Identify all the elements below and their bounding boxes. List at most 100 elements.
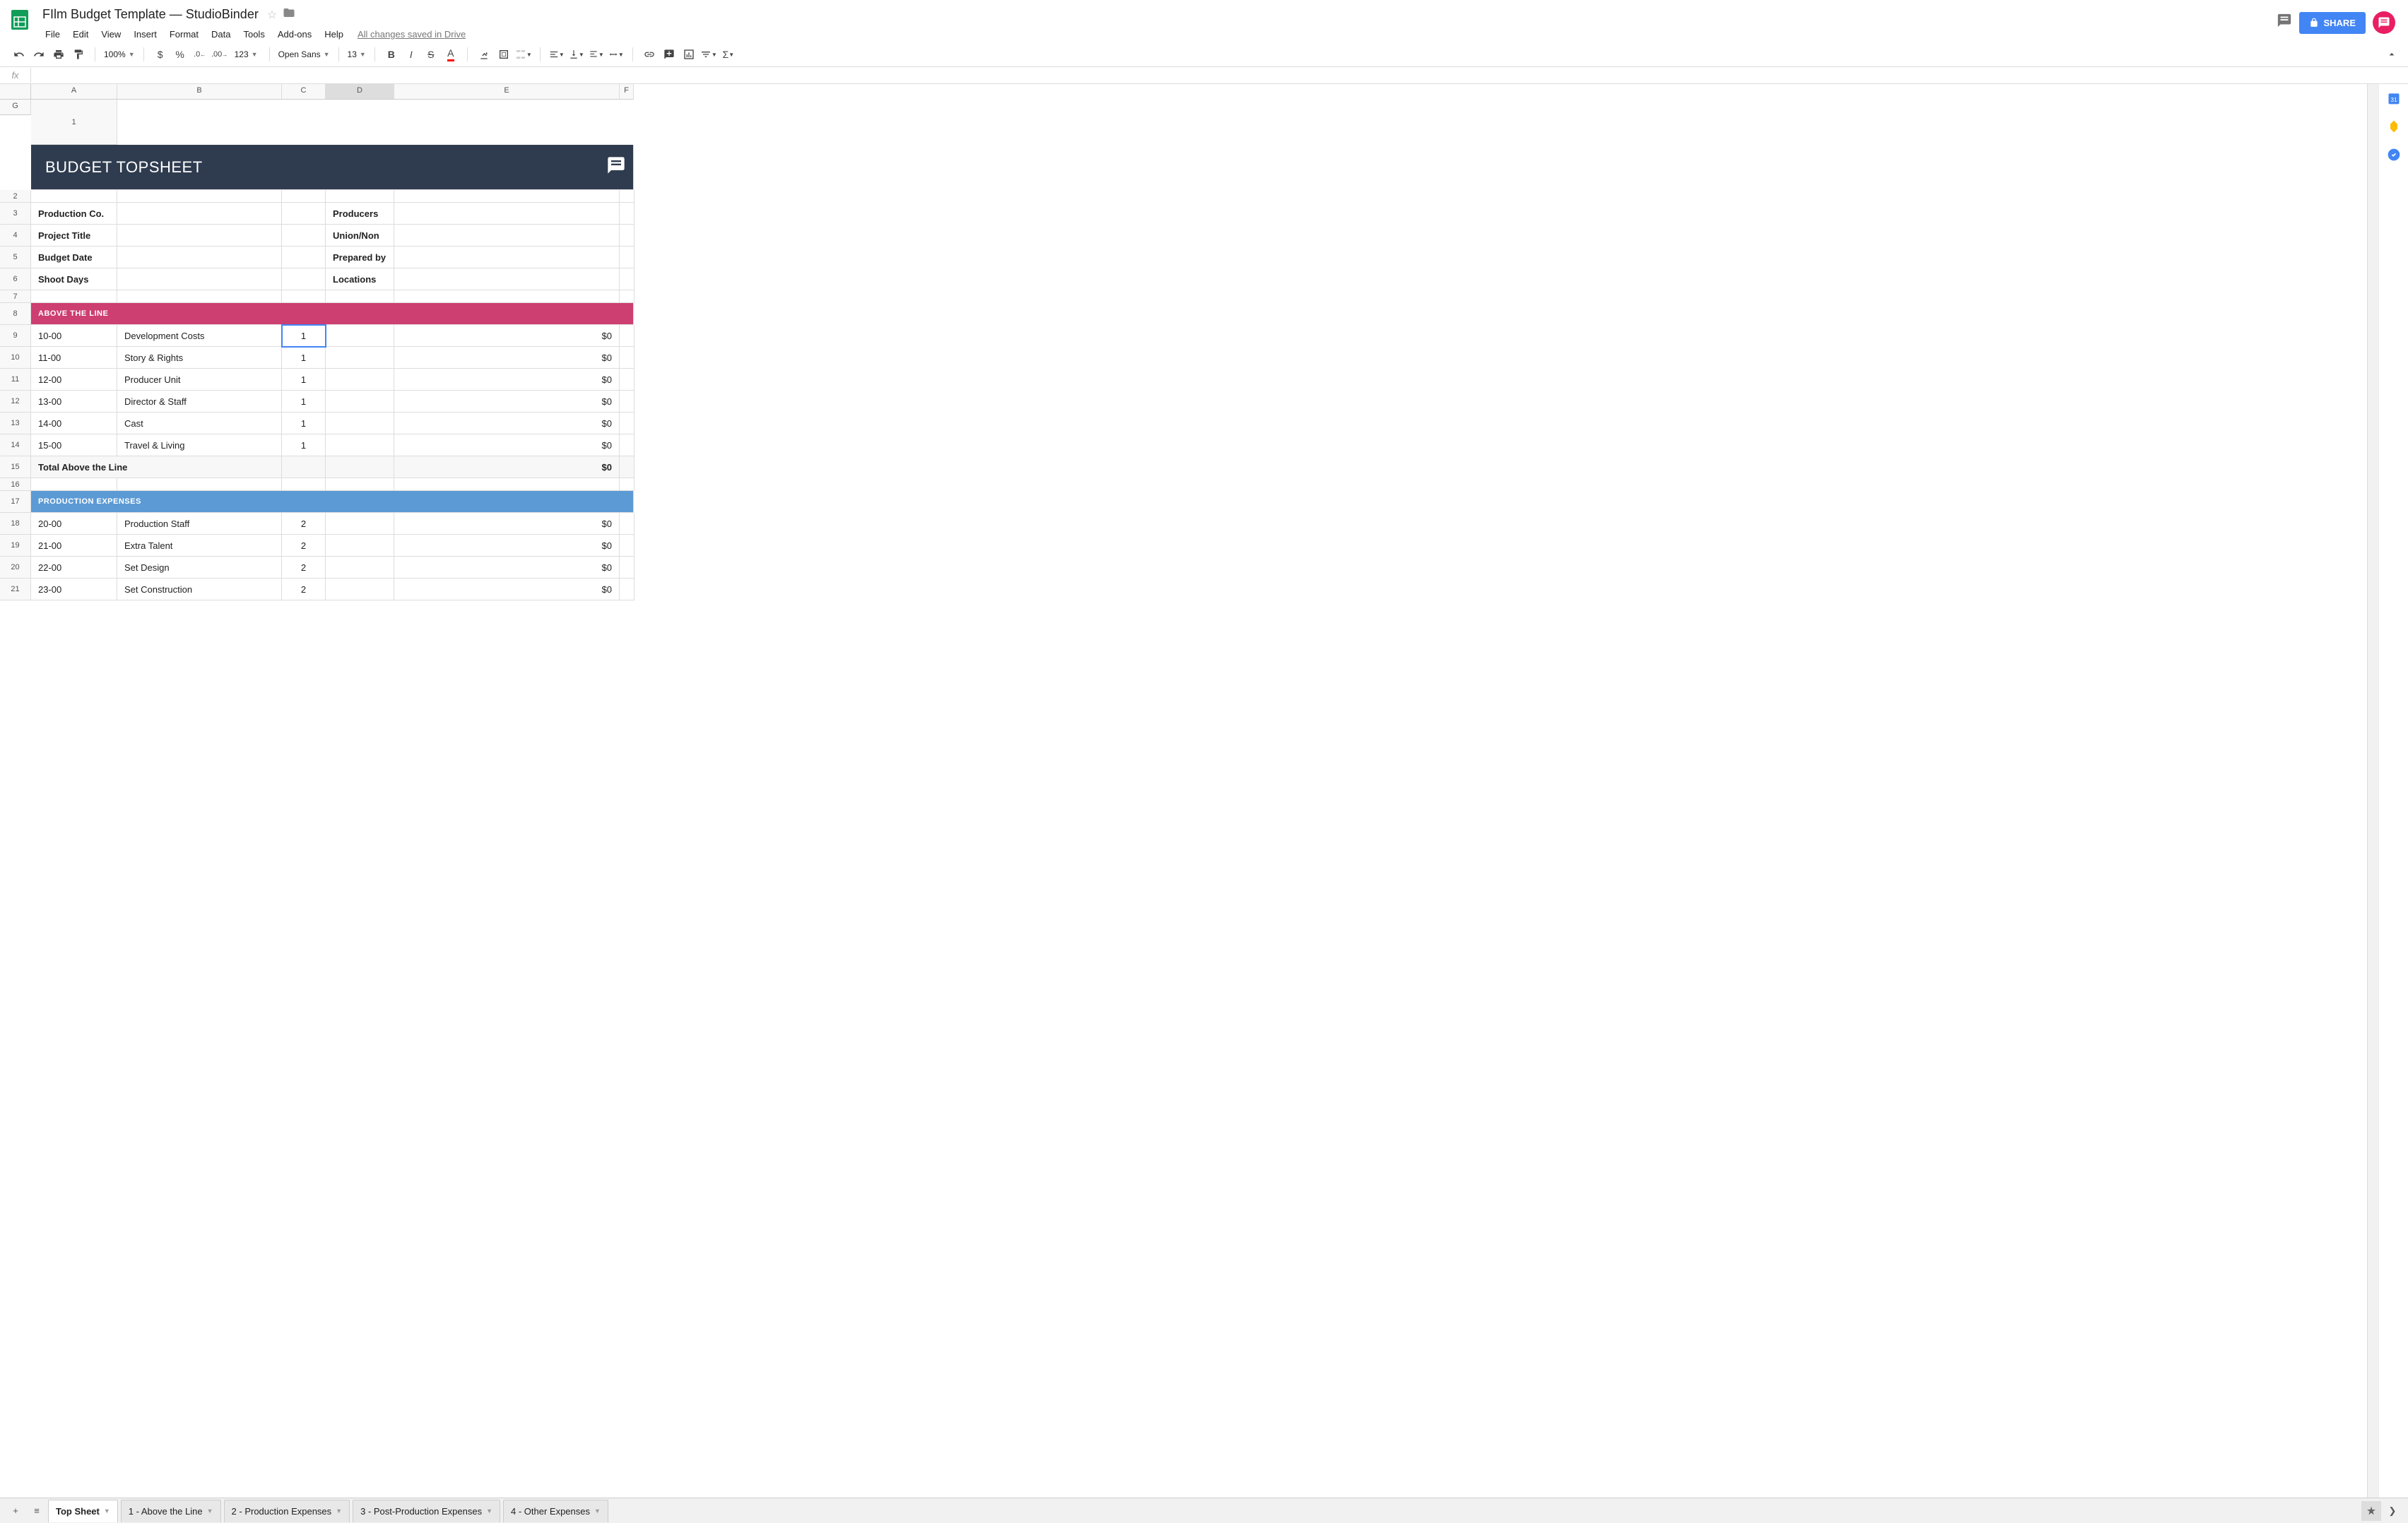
- row-header-4[interactable]: 4: [0, 225, 31, 247]
- menu-data[interactable]: Data: [206, 26, 236, 42]
- line-page[interactable]: 2: [282, 557, 326, 579]
- folder-icon[interactable]: [283, 6, 295, 23]
- col-header-E[interactable]: E: [394, 84, 620, 100]
- currency-icon[interactable]: $: [151, 45, 170, 64]
- add-sheet-icon[interactable]: +: [6, 1501, 25, 1521]
- merge-cells-icon[interactable]: ▼: [514, 45, 533, 64]
- line-code[interactable]: 20-00: [31, 513, 117, 535]
- row-header-9[interactable]: 9: [0, 325, 31, 347]
- line-code[interactable]: 10-00: [31, 325, 117, 347]
- line-amount[interactable]: $0: [394, 579, 620, 600]
- menu-insert[interactable]: Insert: [128, 26, 163, 42]
- text-color-icon[interactable]: A: [442, 45, 460, 64]
- menu-tools[interactable]: Tools: [237, 26, 270, 42]
- line-page[interactable]: 2: [282, 579, 326, 600]
- row-header-6[interactable]: 6: [0, 268, 31, 290]
- decrease-decimal-icon[interactable]: .0←: [191, 45, 209, 64]
- line-name[interactable]: Extra Talent: [117, 535, 282, 557]
- row-header-7[interactable]: 7: [0, 290, 31, 303]
- line-code[interactable]: 22-00: [31, 557, 117, 579]
- col-header-F[interactable]: F: [620, 84, 634, 100]
- row-header-19[interactable]: 19: [0, 535, 31, 557]
- line-name[interactable]: Story & Rights: [117, 347, 282, 369]
- menu-add-ons[interactable]: Add-ons: [272, 26, 317, 42]
- bold-icon[interactable]: B: [382, 45, 401, 64]
- info-label[interactable]: Budget Date: [31, 247, 117, 268]
- sheet-tab[interactable]: 1 - Above the Line▼: [121, 1500, 221, 1522]
- section-production[interactable]: PRODUCTION EXPENSES: [31, 491, 634, 513]
- sheet-tab[interactable]: 4 - Other Expenses▼: [503, 1500, 608, 1522]
- calendar-icon[interactable]: 31: [2387, 91, 2401, 105]
- line-amount[interactable]: $0: [394, 413, 620, 434]
- zoom-select[interactable]: 100%▼: [100, 48, 139, 61]
- text-wrap-icon[interactable]: ▼: [587, 45, 606, 64]
- insert-chart-icon[interactable]: [680, 45, 698, 64]
- row-header-15[interactable]: 15: [0, 456, 31, 478]
- format-123-select[interactable]: 123▼: [230, 48, 262, 61]
- line-page[interactable]: 1: [282, 391, 326, 413]
- line-amount[interactable]: $0: [394, 535, 620, 557]
- vertical-scrollbar[interactable]: [2367, 84, 2378, 1498]
- row-header-14[interactable]: 14: [0, 434, 31, 456]
- paint-format-icon[interactable]: [69, 45, 88, 64]
- tab-nav-right-icon[interactable]: ❯: [2383, 1505, 2402, 1517]
- row-header-10[interactable]: 10: [0, 347, 31, 369]
- line-name[interactable]: Cast: [117, 413, 282, 434]
- line-name[interactable]: Set Design: [117, 557, 282, 579]
- row-header-17[interactable]: 17: [0, 491, 31, 513]
- font-select[interactable]: Open Sans▼: [274, 48, 334, 61]
- line-page[interactable]: 1: [282, 369, 326, 391]
- text-rotation-icon[interactable]: ▼: [607, 45, 625, 64]
- line-name[interactable]: Production Staff: [117, 513, 282, 535]
- line-code[interactable]: 23-00: [31, 579, 117, 600]
- sheet-tab[interactable]: 3 - Post-Production Expenses▼: [353, 1500, 500, 1522]
- borders-icon[interactable]: [495, 45, 513, 64]
- total-label[interactable]: Total Above the Line: [31, 456, 282, 478]
- row-header-16[interactable]: 16: [0, 478, 31, 491]
- line-name[interactable]: Development Costs: [117, 325, 282, 347]
- row-header-8[interactable]: 8: [0, 303, 31, 325]
- redo-icon[interactable]: [30, 45, 48, 64]
- row-header-18[interactable]: 18: [0, 513, 31, 535]
- chat-bubble-icon[interactable]: [2373, 11, 2395, 34]
- row-header-5[interactable]: 5: [0, 247, 31, 268]
- row-header-12[interactable]: 12: [0, 391, 31, 413]
- italic-icon[interactable]: I: [402, 45, 420, 64]
- line-amount[interactable]: $0: [394, 513, 620, 535]
- link-icon[interactable]: [640, 45, 659, 64]
- line-code[interactable]: 12-00: [31, 369, 117, 391]
- line-name[interactable]: Producer Unit: [117, 369, 282, 391]
- menu-format[interactable]: Format: [164, 26, 204, 42]
- undo-icon[interactable]: [10, 45, 28, 64]
- row-header-2[interactable]: 2: [0, 190, 31, 203]
- sheet-tab[interactable]: 2 - Production Expenses▼: [224, 1500, 350, 1522]
- sheet-tab[interactable]: Top Sheet▼: [48, 1500, 118, 1522]
- info-label[interactable]: Prepared by: [326, 247, 394, 268]
- line-page[interactable]: 1: [282, 413, 326, 434]
- v-align-icon[interactable]: ▼: [567, 45, 586, 64]
- save-status[interactable]: All changes saved in Drive: [358, 29, 466, 40]
- select-all-corner[interactable]: [0, 84, 31, 100]
- row-header-1[interactable]: 1: [31, 100, 117, 145]
- line-code[interactable]: 13-00: [31, 391, 117, 413]
- menu-help[interactable]: Help: [319, 26, 349, 42]
- doc-title[interactable]: FIlm Budget Template — StudioBinder: [40, 6, 261, 23]
- info-label[interactable]: Production Co.: [31, 203, 117, 225]
- row-header-21[interactable]: 21: [0, 579, 31, 600]
- line-amount[interactable]: $0: [394, 434, 620, 456]
- col-header-C[interactable]: C: [282, 84, 326, 100]
- functions-icon[interactable]: Σ▼: [719, 45, 738, 64]
- line-amount[interactable]: $0: [394, 391, 620, 413]
- line-page[interactable]: 1: [282, 434, 326, 456]
- row-header-3[interactable]: 3: [0, 203, 31, 225]
- fill-color-icon[interactable]: [475, 45, 493, 64]
- row-header-11[interactable]: 11: [0, 369, 31, 391]
- line-amount[interactable]: $0: [394, 557, 620, 579]
- row-header-13[interactable]: 13: [0, 413, 31, 434]
- filter-icon[interactable]: ▼: [700, 45, 718, 64]
- font-size-select[interactable]: 13▼: [343, 48, 370, 61]
- line-name[interactable]: Director & Staff: [117, 391, 282, 413]
- topsheet-title[interactable]: BUDGET TOPSHEET: [31, 145, 634, 190]
- col-header-B[interactable]: B: [117, 84, 282, 100]
- star-icon[interactable]: ☆: [267, 8, 277, 22]
